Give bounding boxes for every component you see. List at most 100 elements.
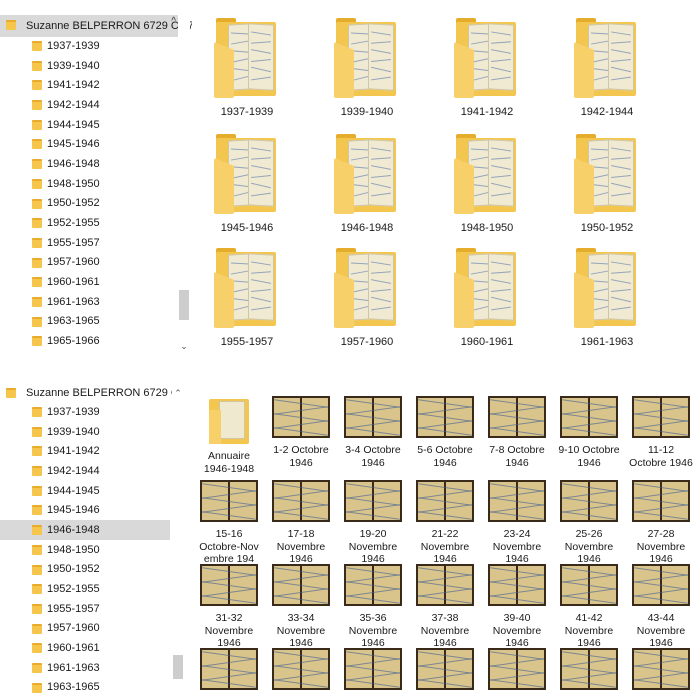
tree-item[interactable]: 1961-1963 <box>0 658 170 678</box>
thumbnail-label: 19-20 Novembre 1946 <box>338 528 408 566</box>
tree-item[interactable]: 1946-1948 <box>0 520 170 540</box>
tree-root-item[interactable]: Suzanne BELPERRON 6729 CL 7 <box>0 383 184 403</box>
folder-icon <box>32 564 42 575</box>
thumbnail-tile[interactable]: 5-6 Octobre 1946 <box>410 396 480 469</box>
tree-item[interactable]: 1963-1965 <box>0 678 170 698</box>
tree-item[interactable]: 1937-1939 <box>0 402 170 422</box>
thumbnail-tile[interactable]: 41-42 Novembre 1946 <box>554 564 624 650</box>
folder-icon <box>32 178 42 189</box>
scrollbar-thumb[interactable] <box>173 655 183 679</box>
tree-item[interactable]: 1942-1944 <box>0 95 178 115</box>
tree-item[interactable]: 1941-1942 <box>0 75 178 95</box>
tree-scrollbar[interactable]: ⌄ <box>178 10 190 352</box>
handwriting-line <box>471 156 489 161</box>
tree-item[interactable]: 1960-1961 <box>0 272 178 292</box>
thumbnail-tile[interactable]: 33-34 Novembre 1946 <box>266 564 336 650</box>
thumbnail-tile[interactable]: 31-32 Novembre 1946 <box>194 564 264 650</box>
tree-item[interactable]: 1942-1944 <box>0 461 170 481</box>
thumbnail-tile[interactable]: 25-26 Novembre 1946 <box>554 480 624 566</box>
folder-tile[interactable]: 1937-1939 <box>192 18 302 136</box>
tree-item[interactable]: 1941-1942 <box>0 441 170 461</box>
thumbnail-tile[interactable]: 3-4 Octobre 1946 <box>338 396 408 469</box>
thumbnail-label: 9-10 Octobre 1946 <box>554 444 624 469</box>
tree-item-label: 1946-1948 <box>47 157 100 170</box>
folder-tile[interactable]: 1939-1940 <box>312 18 422 136</box>
thumbnail-tile[interactable]: 9-10 Octobre 1946 <box>554 396 624 469</box>
tree-item[interactable]: 1939-1940 <box>0 422 170 442</box>
tree-item[interactable]: 1955-1957 <box>0 233 178 253</box>
tree-item[interactable]: 1952-1955 <box>0 579 170 599</box>
handwriting-line <box>611 147 631 152</box>
tree-item[interactable]: 1948-1950 <box>0 174 178 194</box>
chevron-down-icon[interactable]: ⌄ <box>178 341 190 352</box>
notebook-page-image <box>344 396 402 438</box>
folder-tile[interactable]: 1942-1944 <box>552 18 662 136</box>
thumbnail-tile[interactable]: 21-22 Novembre 1946 <box>410 480 480 566</box>
notebook-page-image <box>560 396 618 438</box>
thumbnail-tile[interactable] <box>410 648 480 690</box>
caret-up-icon[interactable]: ^ <box>171 16 176 27</box>
thumbnail-tile[interactable]: 17-18 Novembre 1946 <box>266 480 336 566</box>
tree-item[interactable]: 1937-1939 <box>0 36 178 56</box>
thumbnail-tile[interactable]: 7-8 Octobre 1946 <box>482 396 552 469</box>
thumbnail-tile[interactable] <box>626 648 696 690</box>
tree-item[interactable]: 1946-1948 <box>0 154 178 174</box>
tree-item[interactable]: 1952-1955 <box>0 213 178 233</box>
folder-tile[interactable]: 1948-1950 <box>432 134 542 252</box>
thumbnail-tile[interactable]: 11-12 Octobre 1946 <box>626 396 696 469</box>
folder-tile[interactable]: 1941-1942 <box>432 18 542 136</box>
tree-item[interactable]: 1960-1961 <box>0 638 170 658</box>
tree-root-item[interactable]: Suzanne BELPERRON 6729 CL 7 ^ <box>0 15 192 37</box>
handwriting-line <box>371 31 391 36</box>
tree-item[interactable]: 1957-1960 <box>0 619 170 639</box>
handwriting-line <box>611 306 631 311</box>
thumbnail-tile[interactable] <box>194 648 264 690</box>
tree-scrollbar[interactable]: ⌃ <box>172 388 184 700</box>
tree-item-label: 1950-1952 <box>47 563 100 576</box>
thumbnail-tile[interactable]: 27-28 Novembre 1946 <box>626 480 696 566</box>
thumbnail-tile[interactable] <box>554 648 624 690</box>
tree-item[interactable]: 1948-1950 <box>0 540 170 560</box>
thumbnail-tile[interactable] <box>338 648 408 690</box>
folder-tile[interactable]: 1946-1948 <box>312 134 422 252</box>
tree-item[interactable]: 1965-1966 <box>0 331 178 351</box>
thumbnail-tile[interactable]: 35-36 Novembre 1946 <box>338 564 408 650</box>
handwriting-line <box>611 174 631 179</box>
tree-item[interactable]: 1939-1940 <box>0 56 178 76</box>
thumbnail-label-line: 43-44 <box>647 612 675 624</box>
tree-item[interactable]: 1955-1957 <box>0 599 170 619</box>
thumbnail-tile[interactable]: 1-2 Octobre 1946 <box>266 396 336 469</box>
tree-item[interactable]: 1957-1960 <box>0 253 178 273</box>
tree-item[interactable]: 1944-1945 <box>0 115 178 135</box>
folder-icon <box>32 544 42 555</box>
thumbnail-label: 1-2 Octobre 1946 <box>266 444 336 469</box>
folder-tile[interactable]: 1945-1946 <box>192 134 302 252</box>
thumbnail-tile[interactable] <box>482 648 552 690</box>
tree-item[interactable]: 1945-1946 <box>0 500 170 520</box>
scrollbar-thumb[interactable] <box>179 290 189 320</box>
thumbnail-tile[interactable]: 23-24 Novembre 1946 <box>482 480 552 566</box>
folder-tile[interactable]: 1950-1952 <box>552 134 662 252</box>
thumbnail-label-line: 39-40 <box>503 612 531 624</box>
tree-item[interactable]: 1963-1965 <box>0 312 178 332</box>
thumbnail-tile[interactable]: 15-16 Octobre-Nov embre 194 <box>194 480 264 566</box>
thumbnail-tile[interactable]: 37-38 Novembre 1946 <box>410 564 480 650</box>
handwriting-line <box>491 31 511 36</box>
thumbnail-tile[interactable]: 43-44 Novembre 1946 <box>626 564 696 650</box>
thumbnail-tile[interactable]: 39-40 Novembre 1946 <box>482 564 552 650</box>
tree-item[interactable]: 1961-1963 <box>0 292 178 312</box>
tree-item[interactable]: 1944-1945 <box>0 481 170 501</box>
tree-item[interactable]: 1945-1946 <box>0 134 178 154</box>
thumbnail-tile[interactable]: 19-20 Novembre 1946 <box>338 480 408 566</box>
tree-item[interactable]: 1950-1952 <box>0 194 178 214</box>
thumbnail-label-line: Novembre <box>276 624 326 637</box>
chevron-up-icon[interactable]: ⌃ <box>172 388 184 399</box>
folder-tile[interactable]: 1955-1957 <box>192 248 302 352</box>
folder-tile[interactable]: 1957-1960 <box>312 248 422 352</box>
folder-tile[interactable]: 1960-1961 <box>432 248 542 352</box>
tree-item[interactable]: 1950-1952 <box>0 560 170 580</box>
thumbnail-tile[interactable]: Annuaire 1946-1948 <box>194 396 264 475</box>
thumbnail-tile[interactable] <box>266 648 336 690</box>
folder-tile[interactable]: 1961-1963 <box>552 248 662 352</box>
handwriting-line <box>491 182 511 189</box>
